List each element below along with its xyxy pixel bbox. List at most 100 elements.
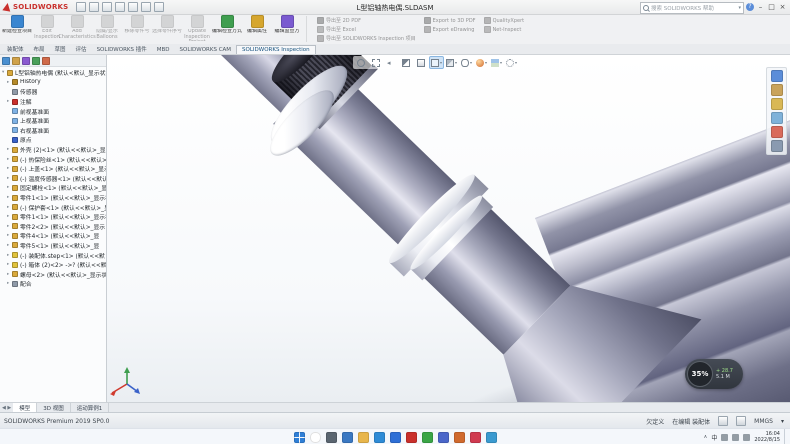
configurationmanager-tab-icon[interactable] (22, 57, 30, 65)
minimize-button[interactable]: – (755, 3, 766, 11)
save-file-icon[interactable] (102, 2, 112, 12)
hidden-icons-chevron[interactable]: ∧ (704, 434, 708, 440)
edit-appearance-icon[interactable]: ▾ (475, 57, 488, 68)
feature-tree-item[interactable]: ▸ 零件4<1> (默认<<默认>_显 (0, 231, 106, 241)
close-button[interactable]: × (777, 3, 788, 11)
zoom-area-icon[interactable] (370, 57, 383, 68)
tab-solidworks-addins[interactable]: SOLIDWORKS 插件 (92, 44, 152, 54)
feature-tree-item[interactable]: ▸ (-) 上盖<1> (默认<<默认>_显示状 (0, 164, 106, 174)
apply-scene-icon[interactable]: ▾ (490, 57, 503, 68)
tab-solidworks-cam[interactable]: SOLIDWORKS CAM (175, 46, 237, 54)
export-3d-pdf-button[interactable]: Export to 3D PDF (424, 17, 476, 24)
word-icon[interactable] (438, 432, 449, 443)
graphics-area[interactable]: ▾ ▾ ▾ ▾ ▾ ▾ (107, 55, 790, 402)
display-style-icon[interactable]: ▾ (445, 57, 458, 68)
search-box[interactable]: 搜索 SOLIDWORKS 帮助 ▾ (640, 2, 744, 14)
options-icon[interactable] (154, 2, 164, 12)
edge-icon[interactable] (374, 432, 385, 443)
feature-tree-item[interactable]: 原点 (0, 135, 106, 145)
export-sw-inspection-project-button[interactable]: 导出至 SOLIDWORKS Inspection 项目 (317, 35, 416, 42)
feature-tree-item[interactable]: ▸ 固定螺栓<1> (默认<<默认>_显示状 (0, 183, 106, 193)
feature-tree-item[interactable]: 上视基准面 (0, 116, 106, 126)
widgets-icon[interactable] (342, 432, 353, 443)
dropdown-caret-icon[interactable]: ▾ (485, 60, 487, 65)
show-desktop-button[interactable] (784, 429, 787, 444)
feature-tree-item[interactable]: ▸ (-) 装配体.step<1> (默认<<默 (0, 250, 106, 260)
solidworks-resources-icon[interactable] (771, 70, 783, 82)
export-excel-button[interactable]: 导出至 Excel (317, 26, 416, 33)
qq-icon[interactable] (486, 432, 497, 443)
open-file-icon[interactable] (89, 2, 99, 12)
feature-tree-item[interactable]: ▸ 螺母<2> (默认<<默认>_显示状 (0, 269, 106, 279)
propertymanager-tab-icon[interactable] (12, 57, 20, 65)
taskbar-clock[interactable]: 16:04 2022/8/15 (754, 431, 780, 443)
new-file-icon[interactable] (76, 2, 86, 12)
file-explorer-icon[interactable] (771, 98, 783, 110)
help-icon[interactable]: ? (746, 3, 754, 11)
appearances-icon[interactable] (771, 126, 783, 138)
volume-icon[interactable] (721, 434, 728, 441)
hide-show-items-icon[interactable]: ▾ (460, 57, 473, 68)
taskbar-search-icon[interactable] (310, 432, 321, 443)
dropdown-caret-icon[interactable]: ▾ (500, 60, 502, 65)
view-palette-icon[interactable] (771, 112, 783, 124)
explorer-icon[interactable] (358, 432, 369, 443)
network-icon[interactable] (732, 434, 739, 441)
export-edrawing-button[interactable]: Export eDrawing (424, 26, 476, 33)
section-view-icon[interactable] (400, 57, 413, 68)
print-icon[interactable] (115, 2, 125, 12)
tag-icon[interactable] (736, 416, 746, 426)
music-icon[interactable] (470, 432, 481, 443)
custom-properties-icon[interactable] (771, 140, 783, 152)
feature-tree-item[interactable]: ▸ 零件5<1> (默认<<默认>_显 (0, 241, 106, 251)
feature-tree-item[interactable]: ▸ 零件1<1> (默认<<默认>_显示状态 (0, 193, 106, 203)
store-icon[interactable] (390, 432, 401, 443)
new-inspection-project-button[interactable]: 新建检查项目 (2, 14, 32, 44)
feature-tree-item[interactable]: ▸ 零件1<1> (默认<<默认>_显示状 (0, 212, 106, 222)
dropdown-caret-icon[interactable]: ▾ (470, 60, 472, 65)
tab-solidworks-inspection[interactable]: SOLIDWORKS Inspection (236, 45, 316, 54)
tab-mbd[interactable]: MBD (152, 46, 175, 54)
featuremanager-tab-icon[interactable] (2, 57, 10, 65)
cad-icon[interactable] (454, 432, 465, 443)
task-view-icon[interactable] (326, 432, 337, 443)
feature-tree-item[interactable]: 右视基准面 (0, 126, 106, 136)
dropdown-caret-icon[interactable]: ▾ (455, 60, 457, 65)
selection-filter-icon[interactable] (718, 416, 728, 426)
search-caret-icon[interactable]: ▾ (738, 5, 741, 11)
select-balloon-button[interactable]: 选择零件序号 (152, 14, 182, 44)
export-2d-pdf-button[interactable]: 导出至 2D PDF (317, 17, 416, 24)
design-library-icon[interactable] (771, 84, 783, 96)
zoom-fit-icon[interactable] (355, 57, 368, 68)
dimxpertmanager-tab-icon[interactable] (32, 57, 40, 65)
units-caret-icon[interactable]: ▾ (781, 418, 784, 425)
tab-layout[interactable]: 布局 (29, 44, 50, 54)
feature-tree-item[interactable]: ▸ 注解 (0, 97, 106, 107)
feature-tree-item[interactable]: ▸ 配合 (0, 279, 106, 289)
battery-icon[interactable] (743, 434, 750, 441)
feature-tree-item[interactable]: 前视基准面 (0, 106, 106, 116)
displaymanager-tab-icon[interactable] (42, 57, 50, 65)
feature-tree-root[interactable]: ▾ L型铝轴热电偶 (默认<默认_显示状态-1 (0, 68, 106, 78)
edit-inspection-method-button[interactable]: 编辑检查方式 (212, 14, 242, 44)
qualityxpert-button[interactable]: QualityXpert (484, 17, 525, 24)
tab-assembly[interactable]: 装配体 (2, 44, 29, 54)
dropdown-caret-icon[interactable]: ▾ (515, 60, 517, 65)
view-settings-icon[interactable]: ▾ (505, 57, 518, 68)
wechat-icon[interactable] (422, 432, 433, 443)
tab-sketch[interactable]: 草图 (50, 44, 71, 54)
undo-icon[interactable] (128, 2, 138, 12)
feature-tree-item[interactable]: ▸ 零件2<2> (默认<<默认>_显示 (0, 222, 106, 232)
solidworks-taskbar-icon[interactable] (406, 432, 417, 443)
add-characteristics-button[interactable]: Add Characteristics (62, 14, 92, 44)
feature-tree-item[interactable]: ▸ History (0, 78, 106, 88)
rebuild-icon[interactable] (141, 2, 151, 12)
annotation-view-icon[interactable] (415, 57, 428, 68)
edit-audit-button[interactable]: 编辑监查方 (272, 14, 302, 44)
performance-overlay[interactable]: 35% + 28.7 5.1 M (685, 359, 743, 389)
net-inspect-button[interactable]: Net-Inspect (484, 26, 525, 33)
units-indicator[interactable]: MMGS (754, 418, 773, 425)
dropdown-caret-icon[interactable]: ▾ (440, 60, 442, 65)
feature-tree-item[interactable]: ▸ (-) 热保险丝<1> (默认<<默认>_显 (0, 154, 106, 164)
feature-tree-item[interactable]: ▸ (-) 温度传感器<1> (默认<<默认> (0, 174, 106, 184)
